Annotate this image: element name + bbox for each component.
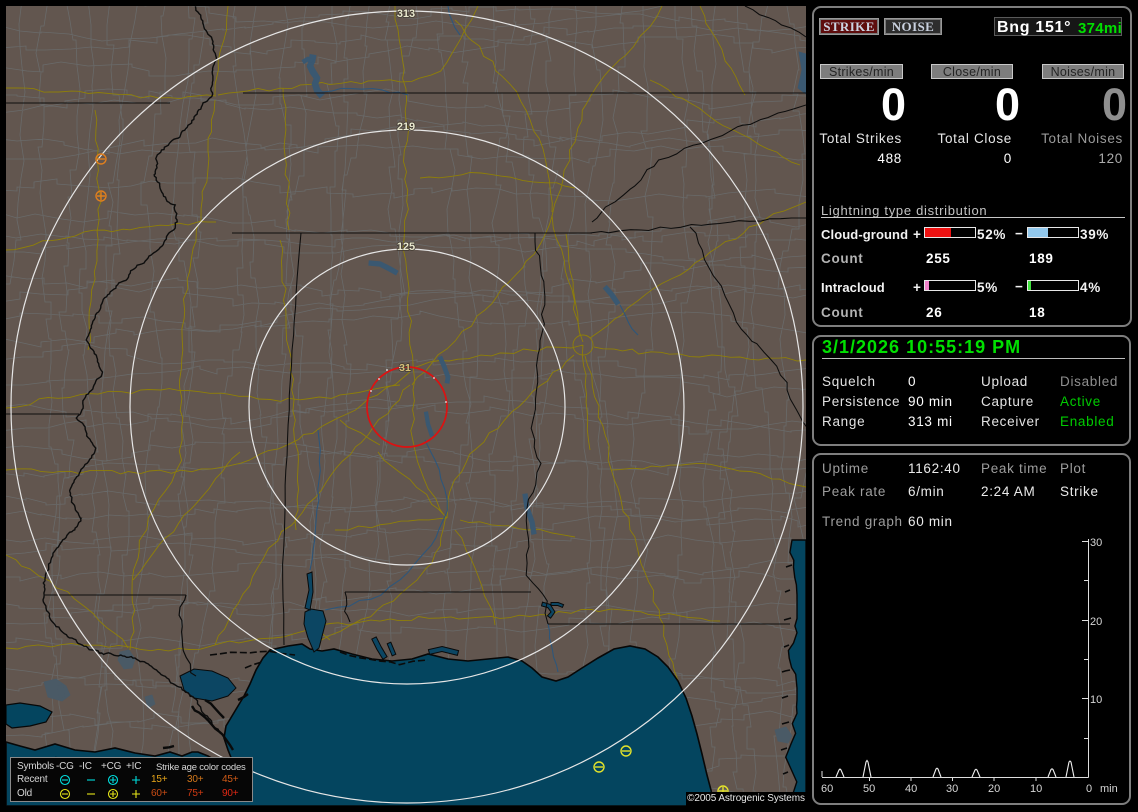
svg-text:0: 0 [1086, 783, 1092, 795]
svg-text:20: 20 [1090, 616, 1102, 628]
svg-text:313: 313 [397, 8, 415, 20]
svg-text:20: 20 [988, 783, 1000, 795]
svg-text:10: 10 [1090, 694, 1102, 706]
svg-text:31: 31 [399, 362, 411, 374]
svg-text:219: 219 [397, 121, 415, 133]
svg-text:30: 30 [1090, 537, 1102, 549]
svg-text:min: min [1100, 783, 1118, 795]
svg-text:30: 30 [946, 783, 958, 795]
svg-text:40: 40 [905, 783, 917, 795]
svg-text:125: 125 [397, 241, 415, 253]
svg-text:50: 50 [863, 783, 875, 795]
svg-text:10: 10 [1030, 783, 1042, 795]
svg-text:60: 60 [821, 783, 833, 795]
